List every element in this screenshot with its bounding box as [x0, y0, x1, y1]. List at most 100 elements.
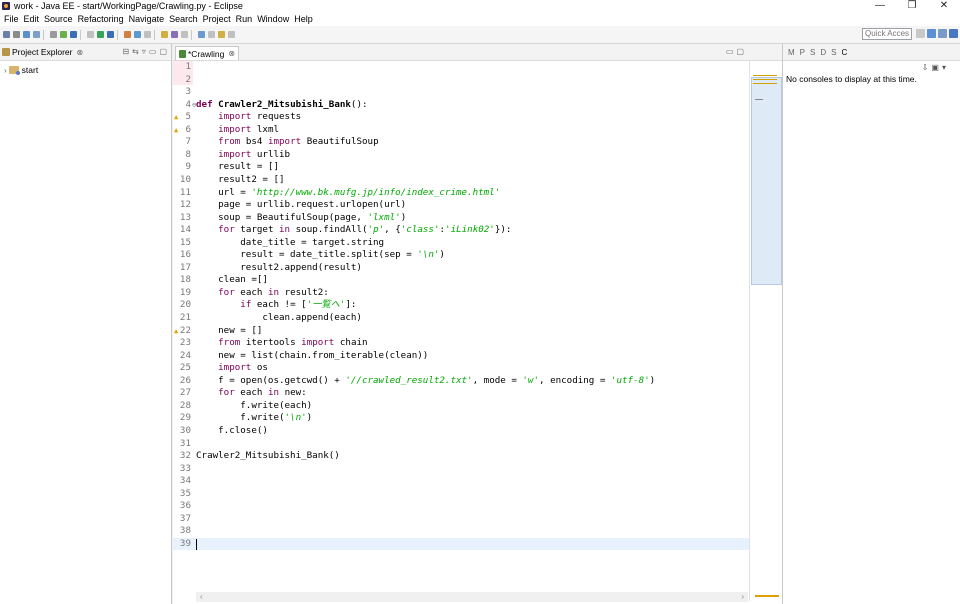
menu-edit[interactable]: Edit — [23, 14, 41, 24]
menu-source[interactable]: Source — [43, 14, 74, 24]
code-line[interactable]: 29 f.write('\n') — [173, 412, 749, 425]
code-line[interactable]: 21 clean.append(each) — [173, 312, 749, 325]
menu-search[interactable]: Search — [168, 14, 199, 24]
redo-icon[interactable] — [60, 31, 67, 38]
code-line[interactable]: 15 date_title = target.string — [173, 237, 749, 250]
menu-help[interactable]: Help — [293, 14, 314, 24]
save-icon[interactable] — [13, 31, 20, 38]
code-line[interactable]: 28 f.write(each) — [173, 400, 749, 413]
back-icon[interactable] — [218, 31, 225, 38]
code-line[interactable]: 4 ⊖ def Crawler2_Mitsubishi_Bank(): — [173, 99, 749, 112]
debug-icon[interactable] — [124, 31, 131, 38]
code-line[interactable]: 8 import urllib — [173, 149, 749, 162]
menu-run[interactable]: Run — [235, 14, 254, 24]
link-editor-icon[interactable]: ⇆ — [132, 47, 139, 56]
code-line[interactable]: 27 for each in new: — [173, 387, 749, 400]
tree-item-start[interactable]: › start — [0, 64, 171, 76]
code-line[interactable]: 32 Crawler2_Mitsubishi_Bank() — [173, 450, 749, 463]
view-menu-icon[interactable]: ▿ — [142, 47, 146, 56]
menu-navigate[interactable]: Navigate — [128, 14, 166, 24]
occurrence-marker[interactable] — [755, 595, 779, 597]
code-line[interactable]: 12 page = urllib.request.urlopen(url) — [173, 199, 749, 212]
code-line[interactable]: 36 — [173, 500, 749, 513]
forward-icon[interactable] — [228, 31, 235, 38]
menu-file[interactable]: File — [3, 14, 20, 24]
code-line[interactable]: 10 result2 = [] — [173, 174, 749, 187]
menu-refactoring[interactable]: Refactoring — [77, 14, 125, 24]
code-line[interactable]: 17 result2.append(result) — [173, 262, 749, 275]
code-line[interactable]: 38 — [173, 525, 749, 538]
close-icon[interactable]: ⊗ — [76, 48, 83, 57]
scroll-right-icon[interactable]: › — [741, 592, 744, 601]
code-line[interactable]: 7 from bs4 import BeautifulSoup — [173, 136, 749, 149]
expand-arrow-icon[interactable]: › — [4, 66, 7, 75]
code-line[interactable]: 11 url = 'http://www.bk.mufg.jp/info/ind… — [173, 187, 749, 200]
collapse-all-icon[interactable]: ⊟ — [122, 47, 129, 56]
overview-scroll-thumb[interactable] — [751, 77, 782, 285]
console-tab[interactable]: D — [820, 48, 826, 57]
open-type-icon[interactable] — [181, 31, 188, 38]
editor-tab-crawling[interactable]: *Crawling ⊗ — [175, 46, 240, 60]
save-all-icon[interactable] — [23, 31, 30, 38]
console-tab[interactable]: P — [800, 48, 805, 57]
new-server-icon[interactable] — [161, 31, 168, 38]
console-tab[interactable]: S — [810, 48, 815, 57]
project-explorer-tab[interactable]: Project Explorer ⊗ — [0, 47, 83, 57]
code-line[interactable]: 20 if each != ['一覧へ']: — [173, 299, 749, 312]
external-tools-icon[interactable] — [144, 31, 151, 38]
overview-ruler[interactable] — [749, 61, 782, 601]
code-line[interactable]: 6 ▲ import lxml — [173, 124, 749, 137]
quick-access-input[interactable] — [862, 28, 912, 40]
close-icon[interactable]: ⊗ — [228, 49, 235, 58]
maximize-view-icon[interactable]: ▢ — [159, 47, 167, 56]
print-icon[interactable] — [33, 31, 40, 38]
code-line[interactable]: 39 — [173, 537, 749, 551]
open-console-icon[interactable]: ▾ — [942, 63, 946, 72]
menu-window[interactable]: Window — [256, 14, 290, 24]
code-line[interactable]: 25 import os — [173, 362, 749, 375]
console-tab[interactable]: S — [831, 48, 836, 57]
code-line[interactable]: 34 — [173, 475, 749, 488]
code-line[interactable]: 3 — [173, 86, 749, 99]
pin-console-icon[interactable]: ⇩ — [922, 63, 929, 72]
code-line[interactable]: 31 — [173, 438, 749, 451]
minimize-view-icon[interactable]: ▭ — [726, 47, 734, 56]
pydev-perspective-icon[interactable] — [949, 29, 958, 38]
cut-icon[interactable] — [87, 31, 94, 38]
warning-icon[interactable]: ▲ — [174, 325, 178, 338]
minimize-view-icon[interactable]: ▭ — [149, 47, 157, 56]
code-line[interactable]: 9 result = [] — [173, 161, 749, 174]
warning-marker[interactable] — [753, 83, 777, 84]
restore-button[interactable]: ❐ — [896, 0, 928, 12]
debug-perspective-icon[interactable] — [938, 29, 947, 38]
java-ee-perspective-icon[interactable] — [927, 29, 936, 38]
horizontal-scrollbar[interactable]: ‹ › — [196, 592, 748, 602]
warning-icon[interactable]: ▲ — [174, 124, 178, 137]
code-line[interactable]: 22 ▲ new = [] — [173, 325, 749, 338]
console-tab[interactable]: M — [788, 48, 795, 57]
warning-marker[interactable] — [753, 79, 777, 80]
scroll-left-icon[interactable]: ‹ — [200, 592, 203, 601]
code-line[interactable]: 23 from itertools import chain — [173, 337, 749, 350]
code-line[interactable]: 13 soup = BeautifulSoup(page, 'lxml') — [173, 212, 749, 225]
code-line[interactable]: 5 ▲ import requests — [173, 111, 749, 124]
code-line[interactable]: 19 for each in result2: — [173, 287, 749, 300]
minimize-button[interactable]: — — [864, 0, 896, 12]
warning-icon[interactable]: ▲ — [174, 111, 178, 124]
code-line[interactable]: 30 f.close() — [173, 425, 749, 438]
new-icon[interactable] — [3, 31, 10, 38]
copy-icon[interactable] — [97, 31, 104, 38]
code-editor[interactable]: 1 2 3 4 ⊖ def Crawler2_Mitsubishi_Bank(): 5 ▲ i… — [173, 61, 749, 589]
open-perspective-icon[interactable] — [916, 29, 925, 38]
new-project-icon[interactable] — [171, 31, 178, 38]
annotation-icon[interactable] — [208, 31, 215, 38]
code-line[interactable]: 35 — [173, 488, 749, 501]
occurrence-marker[interactable] — [755, 99, 763, 100]
paste-icon[interactable] — [107, 31, 114, 38]
close-window-button[interactable]: ✕ — [928, 0, 960, 12]
code-line[interactable]: 14 for target in soup.findAll('p', {'cla… — [173, 224, 749, 237]
code-line[interactable]: 18 clean =[] — [173, 274, 749, 287]
build-icon[interactable] — [70, 31, 77, 38]
maximize-view-icon[interactable]: ▢ — [736, 47, 744, 56]
code-line[interactable]: 16 result = date_title.split(sep = '\n') — [173, 249, 749, 262]
